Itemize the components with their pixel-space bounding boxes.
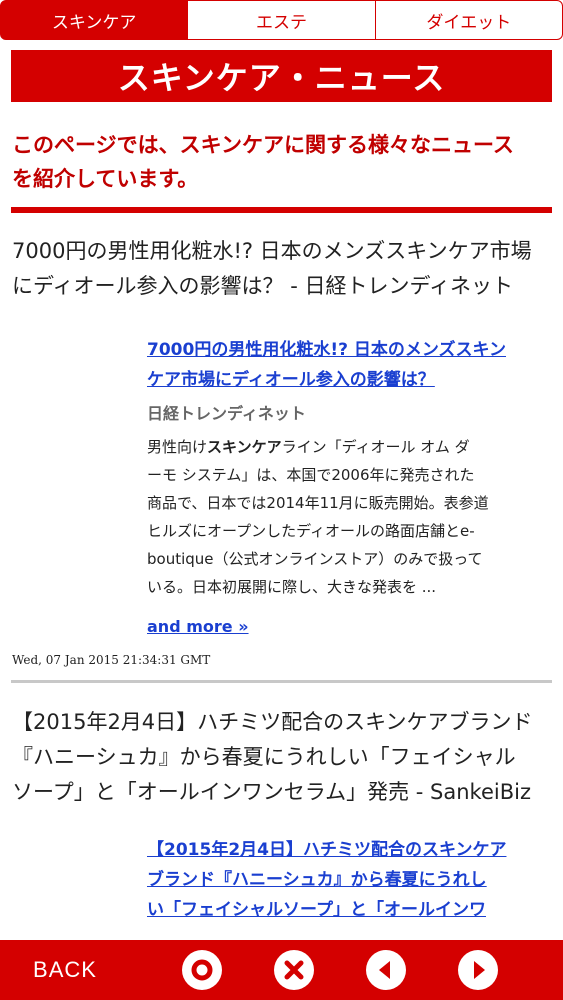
article-1-title: 7000円の男性用化粧水!? 日本のメンズスキンケア市場 にディオール参入の影響… <box>12 234 552 304</box>
bottom-toolbar: BACK <box>0 940 563 1000</box>
back-button[interactable]: BACK <box>0 940 130 1000</box>
header-divider <box>11 207 552 213</box>
article-2-link-line-2[interactable]: ブランド『ハニーシュカ』から春夏にうれし <box>147 865 542 895</box>
article-1-date: Wed, 07 Jan 2015 21:34:31 GMT <box>12 653 211 667</box>
tab-diet[interactable]: ダイエット <box>375 0 563 40</box>
prev-arrow-icon[interactable] <box>366 950 406 990</box>
article-1-link-line-2[interactable]: ケア市場にディオール参入の影響は？ <box>147 365 542 395</box>
article-2-link[interactable]: 【2015年2月4日】ハチミツ配合のスキンケア ブランド『ハニーシュカ』から春夏… <box>147 835 542 925</box>
snippet-line-1: 男性向けスキンケアライン「ディオール オム ダ <box>147 433 542 461</box>
article-1-title-line-1: 7000円の男性用化粧水!? 日本のメンズスキンケア市場 <box>12 239 532 263</box>
article-2-title-line-3: ソープ」と「オールインワンセラム」発売 - SankeiBiz <box>12 780 531 804</box>
prev-arrow-glyph <box>379 961 390 979</box>
page: スキンケア エステ ダイエット スキンケア・ニュース このページでは、スキンケア… <box>0 0 563 1000</box>
article-1-more-link[interactable]: and more » <box>147 617 249 636</box>
next-arrow-icon[interactable] <box>458 950 498 990</box>
home-circle-icon[interactable] <box>182 950 222 990</box>
snippet-line-3: 商品で、日本では2014年11月に販売開始。表参道 <box>147 494 489 512</box>
article-1-title-line-2: にディオール参入の影響は？ - 日経トレンディネット <box>12 274 513 298</box>
next-arrow-glyph <box>474 961 485 979</box>
tab-bar: スキンケア エステ ダイエット <box>0 0 563 40</box>
article-1-link[interactable]: 7000円の男性用化粧水!? 日本のメンズスキン ケア市場にディオール参入の影響… <box>147 335 542 395</box>
snippet-post: ライン「ディオール オム ダ <box>281 438 470 456</box>
close-circle-icon[interactable] <box>274 950 314 990</box>
article-2-link-line-1[interactable]: 【2015年2月4日】ハチミツ配合のスキンケア <box>147 835 542 865</box>
tab-esthe[interactable]: エステ <box>188 0 376 40</box>
page-title: スキンケア・ニュース <box>11 50 552 102</box>
article-1-link-line-1[interactable]: 7000円の男性用化粧水!? 日本のメンズスキン <box>147 335 542 365</box>
snippet-line-4: ヒルズにオープンしたディオールの路面店舗とe- <box>147 522 475 540</box>
home-circle-glyph <box>191 959 213 981</box>
tab-skincare[interactable]: スキンケア <box>0 0 189 40</box>
article-2-title-line-1: 【2015年2月4日】ハチミツ配合のスキンケアブランド <box>12 710 533 734</box>
snippet-keyword: スキンケア <box>207 438 282 456</box>
article-2-title-line-2: 『ハニーシュカ』から春夏にうれしい「フェイシャル <box>12 745 516 769</box>
article-divider <box>11 680 552 683</box>
article-1-body: 7000円の男性用化粧水!? 日本のメンズスキン ケア市場にディオール参入の影響… <box>147 335 542 601</box>
intro-line-2: を紹介しています。 <box>12 167 199 191</box>
snippet-pre: 男性向け <box>147 438 208 456</box>
snippet-line-5: boutique（公式オンラインストア）のみで扱って <box>147 550 483 568</box>
intro-text: このページでは、スキンケアに関する様々なニュース を紹介しています。 <box>12 128 552 196</box>
intro-line-1: このページでは、スキンケアに関する様々なニュース <box>12 133 514 157</box>
snippet-line-6: いる。日本初展開に際し、大きな発表を ... <box>147 578 437 596</box>
close-glyph <box>284 960 304 980</box>
snippet-line-2: ーモ システム」は、本国で2006年に発売された <box>147 466 475 484</box>
article-2-body: 【2015年2月4日】ハチミツ配合のスキンケア ブランド『ハニーシュカ』から春夏… <box>147 835 542 925</box>
article-1-source: 日経トレンディネット <box>147 404 306 423</box>
article-2-link-line-3[interactable]: い「フェイシャルソープ」と「オールインワ <box>147 895 542 925</box>
article-1-snippet: 男性向けスキンケアライン「ディオール オム ダ ーモ システム」は、本国で200… <box>147 433 542 601</box>
article-2-title: 【2015年2月4日】ハチミツ配合のスキンケアブランド 『ハニーシュカ』から春夏… <box>12 705 552 810</box>
